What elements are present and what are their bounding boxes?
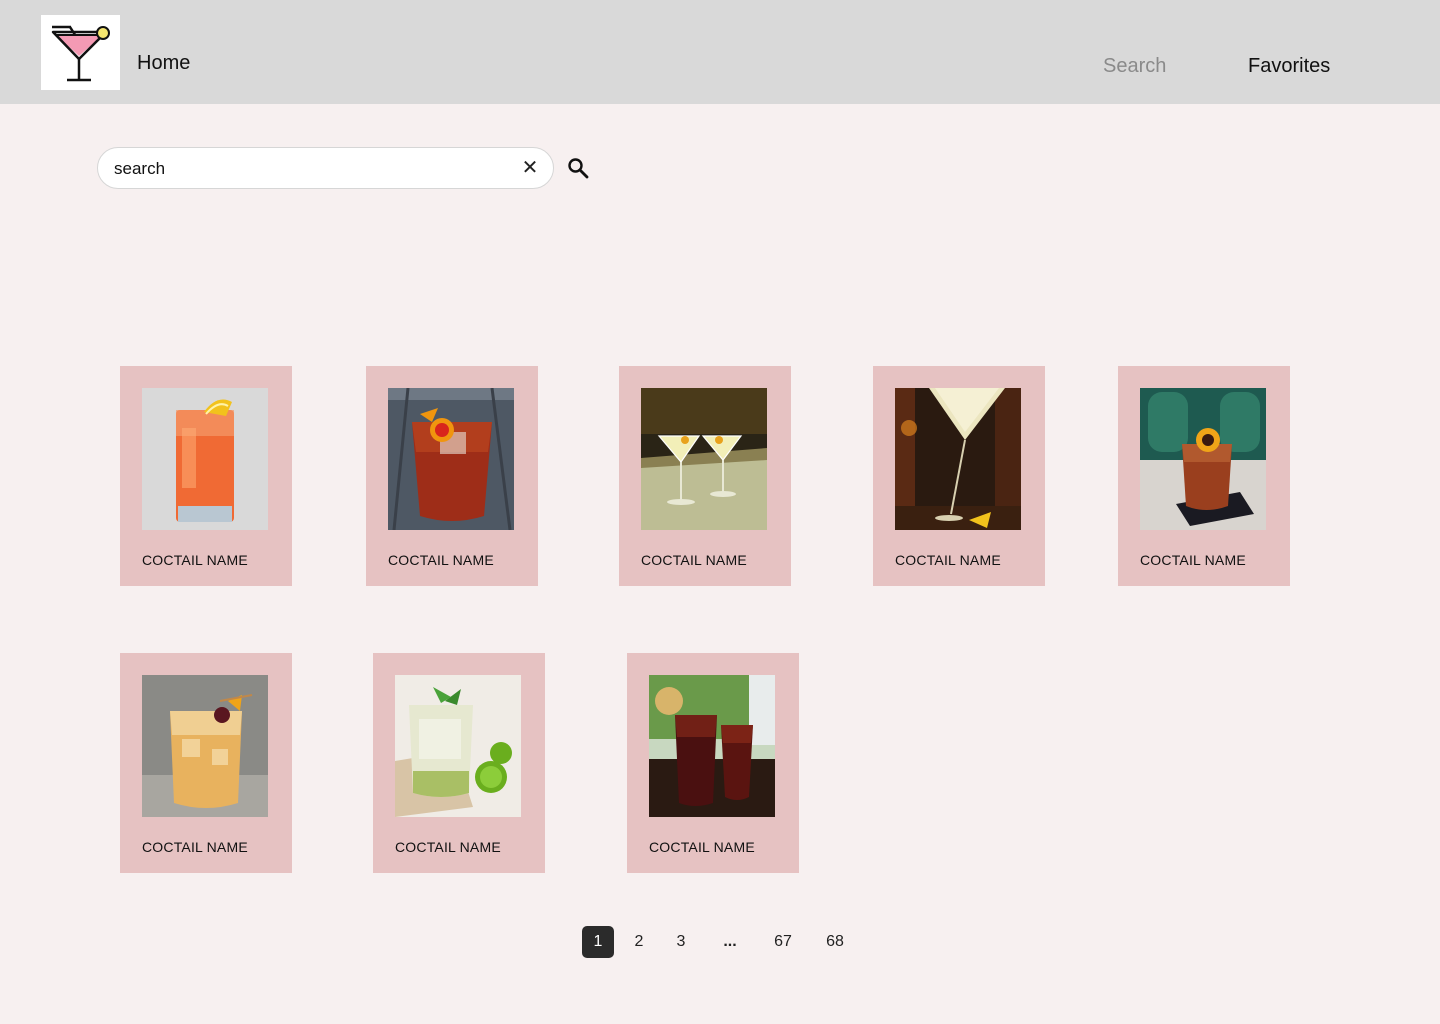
page-button-1[interactable]: 1 [582,926,614,958]
search-bar [97,147,554,189]
pagination: 1 2 3 ... 67 68 [0,926,1440,958]
cocktail-photo [1140,388,1266,530]
cocktail-name: COCTAIL NAME [649,839,755,855]
cocktail-photo [142,388,268,530]
nav-favorites-link[interactable]: Favorites [1248,55,1330,78]
cocktail-card[interactable]: COCTAIL NAME [627,653,799,873]
cocktail-name: COCTAIL NAME [395,839,501,855]
search-input[interactable] [114,157,494,181]
search-icon[interactable] [566,156,590,180]
page-button-67[interactable]: 67 [768,926,798,958]
cocktail-photo [388,388,514,530]
close-icon[interactable]: ✕ [520,157,540,179]
cocktail-name: COCTAIL NAME [142,552,248,568]
page-ellipsis: ... [723,933,737,950]
top-navbar: Home Search Favorites [0,0,1440,104]
page-button-68[interactable]: 68 [820,926,850,958]
cocktail-name: COCTAIL NAME [1140,552,1246,568]
cocktail-name: COCTAIL NAME [388,552,494,568]
cocktail-name: COCTAIL NAME [641,552,747,568]
cocktail-photo [142,675,268,817]
nav-search-link[interactable]: Search [1103,55,1166,78]
cocktail-logo-icon[interactable] [41,15,120,90]
page-button-3[interactable]: 3 [670,926,692,958]
cocktail-photo [395,675,521,817]
cocktail-photo [649,675,775,817]
cocktail-card[interactable]: COCTAIL NAME [120,653,292,873]
cocktail-card[interactable]: COCTAIL NAME [873,366,1045,586]
cocktail-card[interactable]: COCTAIL NAME [120,366,292,586]
cocktail-photo [895,388,1021,530]
cocktail-name: COCTAIL NAME [895,552,1001,568]
cocktail-card[interactable]: COCTAIL NAME [366,366,538,586]
cocktail-card[interactable]: COCTAIL NAME [1118,366,1290,586]
page-button-2[interactable]: 2 [628,926,650,958]
home-link[interactable]: Home [137,52,190,75]
cocktail-glass-icon [51,25,110,82]
cocktail-name: COCTAIL NAME [142,839,248,855]
cocktail-card[interactable]: COCTAIL NAME [619,366,791,586]
cocktail-card[interactable]: COCTAIL NAME [373,653,545,873]
cocktail-photo [641,388,767,530]
